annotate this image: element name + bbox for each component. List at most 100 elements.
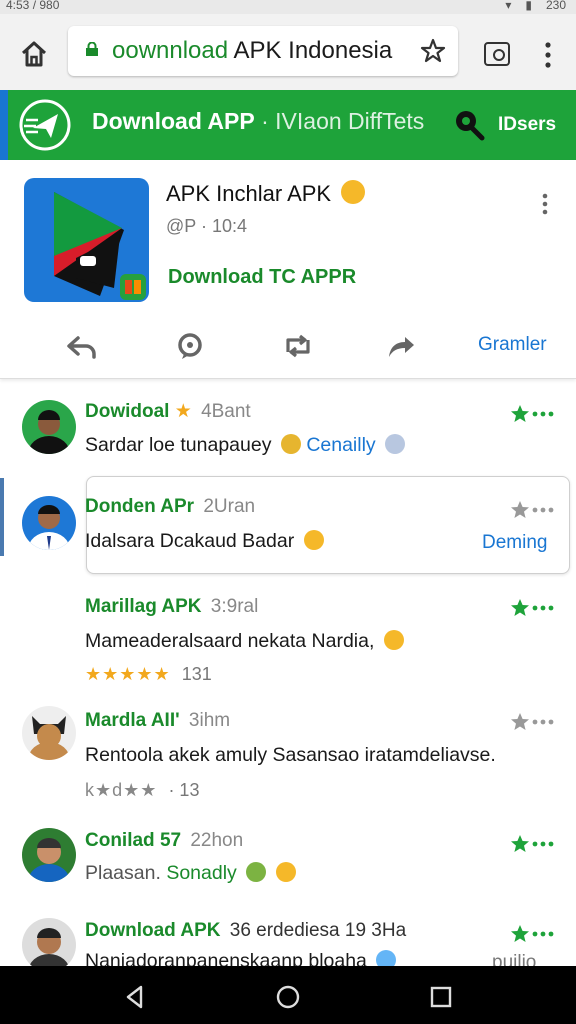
selection-indicator xyxy=(0,478,4,556)
reply-icon[interactable] xyxy=(66,332,98,360)
search-icon[interactable] xyxy=(452,108,486,142)
app-icon[interactable] xyxy=(24,178,149,302)
comment-time: 3ihm xyxy=(188,710,231,731)
comment-time: 36 erdediesa 19 3Ha xyxy=(229,920,407,941)
comment-right-label[interactable]: Deming xyxy=(482,532,547,554)
star-icon[interactable] xyxy=(510,500,530,520)
avatar[interactable] xyxy=(22,918,76,966)
rating-stars: ★★★★★ xyxy=(85,664,171,684)
comment-item: Download APK 36 erdediesa 19 3Ha Naniado… xyxy=(0,912,576,966)
emoji-icon xyxy=(280,434,301,454)
back-icon[interactable] xyxy=(122,984,148,1010)
comment-time: 3:9ral xyxy=(210,596,259,617)
home-nav-icon[interactable] xyxy=(275,984,301,1010)
app-logo-icon[interactable] xyxy=(18,98,72,152)
star-icon[interactable] xyxy=(510,712,530,732)
more-dots-icon[interactable] xyxy=(532,604,554,612)
avatar[interactable] xyxy=(22,496,76,550)
share-icon[interactable] xyxy=(386,332,418,360)
rating-count: 131 xyxy=(181,664,212,684)
rating: k★d★★ · 13 xyxy=(85,780,199,801)
battery-icon: ▮ xyxy=(525,0,532,12)
more-dots-icon[interactable] xyxy=(532,410,554,418)
author-name[interactable]: Donden APr xyxy=(85,496,194,517)
status-left-text: 4:53 / 980 xyxy=(6,0,60,12)
comment-text: Naniadoranpanenskaanp bloaha xyxy=(85,950,397,966)
author-name[interactable]: Dowidoal xyxy=(85,401,169,422)
post-meta: @P · 10:4 xyxy=(166,216,247,236)
emoji-icon xyxy=(303,530,324,550)
recents-icon[interactable] xyxy=(428,984,454,1010)
avatar-portrait-icon xyxy=(28,410,70,454)
author-name[interactable]: Marillag APK xyxy=(85,596,202,617)
author-name[interactable]: Download APK xyxy=(85,920,220,941)
comment-author: Mardla AII' 3ihm xyxy=(85,710,230,732)
more-dots-icon[interactable] xyxy=(532,718,554,726)
star-badge-icon: ★ xyxy=(174,401,192,422)
comment-link[interactable]: Sonadly xyxy=(166,862,236,884)
action-label[interactable]: Gramler xyxy=(478,334,547,356)
rating-count: · 13 xyxy=(168,780,200,800)
bookmark-star-icon[interactable] xyxy=(420,38,446,64)
highlighted-comment-card[interactable] xyxy=(86,476,570,574)
header-title: Download APP · IVIaon DiffTets xyxy=(92,108,424,135)
browser-toolbar: oownnload APK Indonesia xyxy=(0,14,576,90)
header-title-bold: Download APP xyxy=(92,108,255,134)
more-dots-icon[interactable] xyxy=(532,840,554,848)
comment-right-label[interactable]: puilio xyxy=(492,952,536,966)
comment-link[interactable]: Cenailly xyxy=(306,434,375,456)
comment-author: Marillag APK 3:9ral xyxy=(85,596,258,618)
retweet-icon[interactable] xyxy=(282,332,314,360)
avatar[interactable] xyxy=(22,828,76,882)
emoji-icon xyxy=(385,434,406,454)
comment-author: Download APK 36 erdediesa 19 3Ha xyxy=(85,920,406,942)
star-icon[interactable] xyxy=(510,404,530,424)
comment-time: 4Bant xyxy=(201,401,251,422)
home-icon[interactable] xyxy=(18,38,50,70)
more-dots-icon[interactable] xyxy=(532,506,554,514)
users-button[interactable]: IDsers xyxy=(498,114,556,136)
status-right-text: 230 xyxy=(545,0,566,12)
comment-body: Idalsara Dcakaud Badar xyxy=(85,530,295,552)
avatar[interactable] xyxy=(22,400,76,454)
author-name[interactable]: Conilad 57 xyxy=(85,830,181,851)
comment-author: Donden APr 2Uran xyxy=(85,496,255,518)
app-header: Download APP · IVIaon DiffTets IDsers xyxy=(0,90,576,160)
tabs-icon[interactable] xyxy=(484,42,510,66)
status-right: ▾ ▮ 230 xyxy=(505,0,566,12)
star-icon[interactable] xyxy=(510,834,530,854)
avatar[interactable] xyxy=(22,706,76,760)
header-title-rest: · IVIaon DiffTets xyxy=(261,108,425,134)
download-link[interactable]: Download TC APPR xyxy=(168,266,356,289)
emoji-icon xyxy=(383,630,404,650)
menu-dots-icon[interactable] xyxy=(540,40,556,70)
comment-body: Plaasan. xyxy=(85,862,161,884)
url-main: APK Indonesia xyxy=(233,37,393,64)
emoji-icon xyxy=(246,862,267,882)
post-card: APK Inchlar APK @P · 10:4 Download TC AP… xyxy=(0,160,576,379)
author-name[interactable]: Mardla AII' xyxy=(85,710,180,731)
comment-text: Mameaderalsaard nekata Nardia, xyxy=(85,630,404,653)
system-nav-bar xyxy=(0,966,576,1024)
url-prefix: oownnload xyxy=(112,37,229,64)
comment-author: Dowidoal ★ 4Bant xyxy=(85,400,251,423)
comment-time: 22hon xyxy=(190,830,244,851)
avatar-portrait-icon xyxy=(28,716,70,760)
star-icon[interactable] xyxy=(510,924,530,944)
comment-body: Sardar loe tunapauey xyxy=(85,434,272,456)
url-bar[interactable]: oownnload APK Indonesia xyxy=(68,26,458,76)
comment-icon[interactable] xyxy=(174,332,206,360)
post-title: APK Inchlar APK xyxy=(166,180,366,207)
avatar-portrait-icon xyxy=(28,505,70,550)
lock-icon xyxy=(86,42,98,56)
star-icon[interactable] xyxy=(510,598,530,618)
post-more-icon[interactable] xyxy=(538,192,552,216)
avatar-portrait-icon xyxy=(29,928,69,966)
header-edge xyxy=(0,90,8,160)
url-text: oownnload APK Indonesia xyxy=(112,37,392,65)
comment-body: Naniadoranpanenskaanp bloaha xyxy=(85,950,367,966)
comment-time: 2Uran xyxy=(203,496,256,517)
comment-text: Rentoola akek amuly Sasansao iratamdelia… xyxy=(85,744,496,766)
more-dots-icon[interactable] xyxy=(532,930,554,938)
status-bar: 4:53 / 980 ▾ ▮ 230 xyxy=(0,0,576,14)
